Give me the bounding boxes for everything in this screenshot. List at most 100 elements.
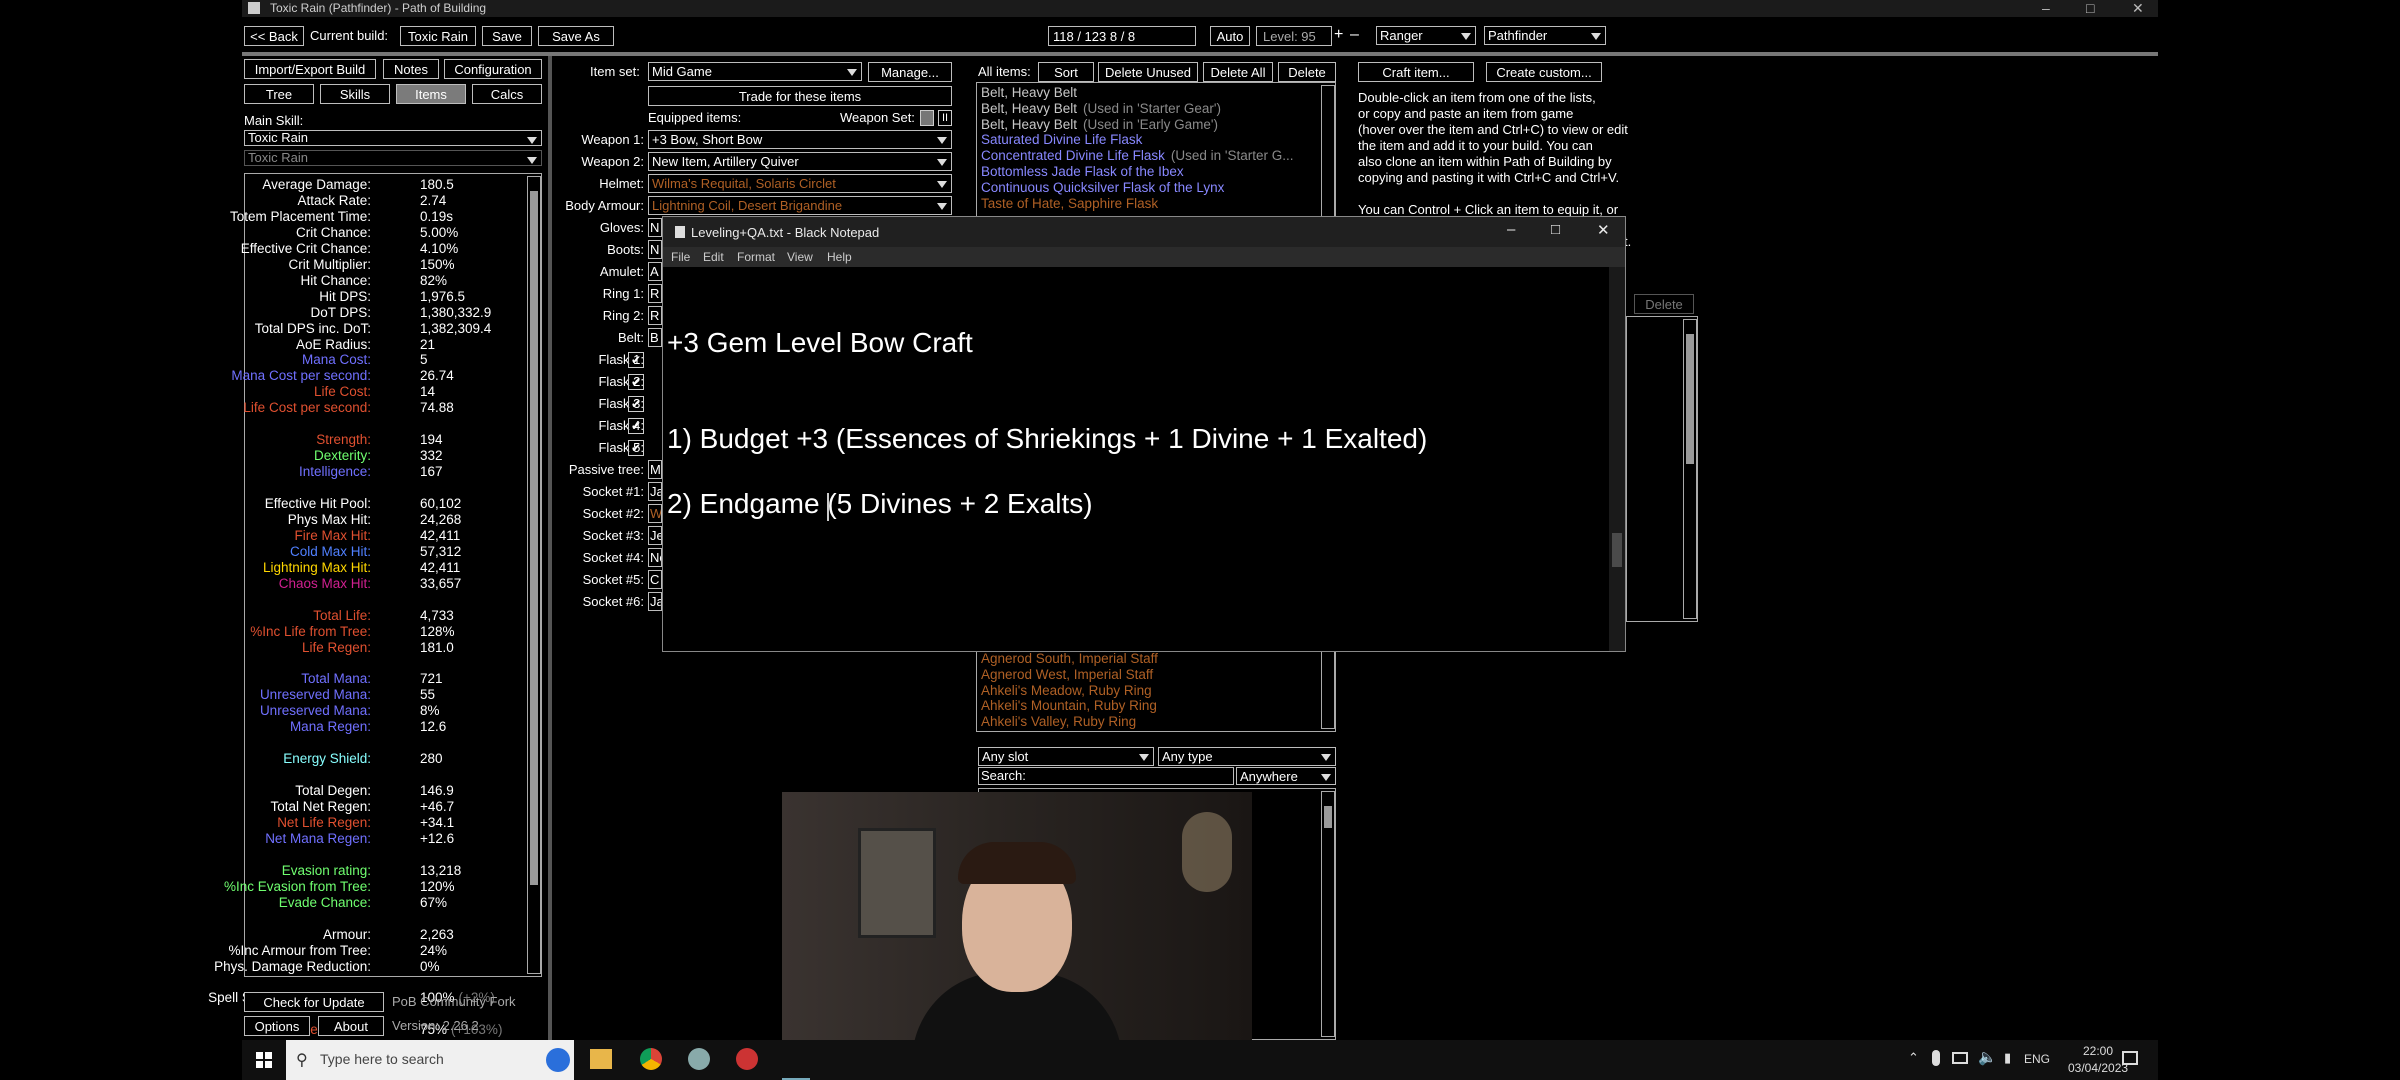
slot-dropdown[interactable]: M — [648, 460, 662, 479]
sub-skill-dropdown[interactable]: Toxic Rain — [244, 150, 542, 166]
flask-active-checkbox[interactable]: ✔ — [628, 418, 644, 434]
ascendancy-dropdown[interactable]: Pathfinder — [1484, 26, 1606, 45]
item-list-entry[interactable]: Bottomless Jade Flask of the Ibex — [981, 164, 1184, 179]
level-increase-icon[interactable]: + — [1334, 27, 1343, 43]
craft-item-button[interactable]: Craft item... — [1358, 62, 1474, 82]
delete-set-button[interactable]: Delete — [1634, 294, 1694, 314]
search-scope-dropdown[interactable]: Anywhere — [1236, 767, 1336, 785]
auto-level-button[interactable]: Auto — [1210, 26, 1250, 46]
maximize-icon[interactable]: □ — [2086, 0, 2094, 16]
main-skill-dropdown[interactable]: Toxic Rain — [244, 130, 542, 146]
unique-db-scroll-thumb[interactable] — [1324, 806, 1332, 828]
flask-active-checkbox[interactable]: ✔ — [628, 396, 644, 412]
menu-view[interactable]: View — [787, 250, 813, 264]
type-filter-dropdown[interactable]: Any type — [1158, 747, 1336, 766]
notepad-scrollbar[interactable] — [1609, 267, 1625, 651]
tab-skills[interactable]: Skills — [320, 84, 390, 104]
slot-dropdown[interactable]: New Item, Artillery Quiver — [648, 152, 952, 171]
create-custom-button[interactable]: Create custom... — [1486, 62, 1602, 82]
item-list-entry[interactable]: Belt, Heavy Belt (Used in 'Early Game') — [981, 117, 1218, 132]
level-field[interactable]: Level: 95 — [1256, 26, 1332, 46]
delete-all-button[interactable]: Delete All — [1203, 62, 1273, 82]
flask-active-checkbox[interactable]: ✔ — [628, 440, 644, 456]
manage-button[interactable]: Manage... — [868, 62, 952, 82]
save-button[interactable]: Save — [482, 26, 532, 46]
item-list-entry[interactable]: Concentrated Divine Life Flask (Used in '… — [981, 148, 1293, 163]
notes-button[interactable]: Notes — [383, 59, 439, 79]
item-list-entry[interactable]: Taste of Hate, Sapphire Flask — [981, 196, 1158, 211]
tab-items[interactable]: Items — [396, 84, 466, 104]
minimize-icon[interactable]: – — [2042, 0, 2050, 16]
notepad-text-area[interactable]: +3 Gem Level Bow Craft 1) Budget +3 (Ess… — [663, 267, 1609, 651]
item-list-entry[interactable]: Agnerod West, Imperial Staff — [981, 667, 1153, 682]
menu-format[interactable]: Format — [737, 250, 775, 264]
slot-dropdown[interactable]: Ja — [648, 592, 662, 611]
tab-calcs[interactable]: Calcs — [472, 84, 542, 104]
slot-dropdown[interactable]: A — [648, 262, 662, 281]
item-list-entry[interactable]: Belt, Heavy Belt (Used in 'Starter Gear') — [981, 101, 1221, 116]
item-list-entry[interactable]: Continuous Quicksilver Flask of the Lynx — [981, 180, 1224, 195]
flask-active-checkbox[interactable]: ✔ — [628, 352, 644, 368]
taskbar-search-box[interactable]: ⚲ Type here to search — [286, 1040, 574, 1080]
notepad-close-icon[interactable]: ✕ — [1597, 221, 1610, 239]
flask-active-checkbox[interactable]: ✔ — [628, 374, 644, 390]
sort-button[interactable]: Sort — [1038, 62, 1094, 82]
set-list-scrollbar[interactable] — [1683, 319, 1697, 619]
unique-db-scrollbar[interactable] — [1321, 791, 1335, 1037]
menu-file[interactable]: File — [671, 250, 690, 264]
weapon-set-1-button[interactable] — [920, 110, 934, 126]
delete-button[interactable]: Delete — [1278, 62, 1336, 82]
slot-dropdown[interactable]: R — [648, 284, 662, 303]
level-decrease-icon[interactable]: – — [1350, 27, 1359, 43]
slot-dropdown[interactable]: Ja — [648, 482, 662, 501]
about-button[interactable]: About — [318, 1016, 384, 1036]
notepad-minimize-icon[interactable]: – — [1507, 221, 1515, 238]
tray-chevron-icon[interactable]: ⌃ — [1908, 1050, 1919, 1066]
item-list-entry[interactable]: Ahkeli's Valley, Ruby Ring — [981, 714, 1136, 729]
slot-filter-dropdown[interactable]: Any slot — [978, 747, 1154, 766]
set-list-scroll-thumb[interactable] — [1686, 334, 1694, 464]
item-set-dropdown[interactable]: Mid Game — [648, 62, 862, 81]
slot-dropdown[interactable]: C — [648, 570, 662, 589]
tab-tree[interactable]: Tree — [244, 84, 314, 104]
search-input[interactable]: Search: — [978, 767, 1234, 785]
menu-edit[interactable]: Edit — [703, 250, 724, 264]
trade-button[interactable]: Trade for these items — [648, 86, 952, 106]
bing-icon[interactable] — [546, 1048, 570, 1072]
slot-dropdown[interactable]: Ne — [648, 548, 662, 567]
pob-taskbar-icon[interactable] — [688, 1048, 710, 1070]
slot-dropdown[interactable]: N — [648, 218, 662, 237]
clock-time[interactable]: 22:00 — [2068, 1044, 2128, 1058]
delete-unused-button[interactable]: Delete Unused — [1098, 62, 1198, 82]
file-explorer-icon[interactable] — [590, 1049, 612, 1069]
save-as-button[interactable]: Save As — [538, 26, 614, 46]
slot-dropdown[interactable]: Je — [648, 526, 662, 545]
slot-dropdown[interactable]: R — [648, 306, 662, 325]
build-name-field[interactable]: Toxic Rain — [400, 26, 476, 46]
item-list-entry[interactable]: Agnerod South, Imperial Staff — [981, 651, 1158, 666]
configuration-button[interactable]: Configuration — [444, 59, 542, 79]
class-dropdown[interactable]: Ranger — [1376, 26, 1476, 45]
check-update-button[interactable]: Check for Update — [244, 992, 384, 1012]
item-list-entry[interactable]: Ahkeli's Meadow, Ruby Ring — [981, 683, 1152, 698]
import-export-button[interactable]: Import/Export Build — [244, 59, 376, 79]
close-icon[interactable]: ✕ — [2132, 0, 2144, 17]
slot-dropdown[interactable]: B — [648, 328, 662, 347]
notepad-maximize-icon[interactable]: □ — [1551, 221, 1560, 238]
item-list-entry[interactable]: Belt, Heavy Belt — [981, 85, 1077, 100]
weapon-set-2-button[interactable]: II — [938, 110, 952, 126]
volume-icon[interactable]: 🔈 — [1978, 1048, 1997, 1066]
item-list-entry[interactable]: Ahkeli's Mountain, Ruby Ring — [981, 698, 1157, 713]
back-button[interactable]: << Back — [244, 26, 304, 46]
item-list-entry[interactable]: Saturated Divine Life Flask — [981, 132, 1142, 147]
slot-dropdown[interactable]: N — [648, 240, 662, 259]
slot-dropdown[interactable]: W — [648, 504, 662, 523]
network-icon[interactable] — [1952, 1052, 1968, 1064]
stats-scroll-thumb[interactable] — [530, 191, 538, 885]
options-button[interactable]: Options — [244, 1016, 310, 1036]
obs-icon[interactable] — [736, 1048, 758, 1070]
slot-dropdown[interactable]: Wilma's Requital, Solaris Circlet — [648, 174, 952, 193]
menu-help[interactable]: Help — [827, 250, 852, 264]
language-indicator[interactable]: ENG — [2024, 1052, 2050, 1066]
notepad-scroll-thumb[interactable] — [1612, 533, 1622, 567]
